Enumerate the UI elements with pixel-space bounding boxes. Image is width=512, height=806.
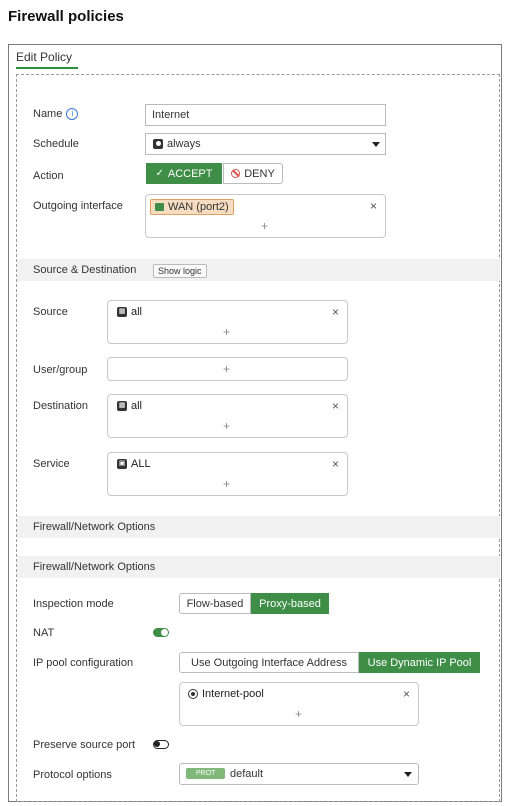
name-input[interactable]: Internet bbox=[145, 104, 386, 126]
action-label: Action bbox=[33, 170, 64, 182]
nat-label: NAT bbox=[33, 627, 55, 639]
source-field[interactable]: ▦ all × + bbox=[107, 300, 348, 344]
schedule-icon bbox=[153, 139, 163, 149]
section-firewall-network-1-label: Firewall/Network Options bbox=[33, 521, 156, 533]
use-dynamic-ip-pool-button[interactable]: Use Dynamic IP Pool bbox=[359, 652, 480, 673]
accept-button[interactable]: ✓ ACCEPT bbox=[146, 163, 222, 184]
section-source-destination-label: Source & Destination bbox=[33, 264, 137, 276]
tab-edit-policy[interactable]: Edit Policy bbox=[16, 50, 72, 64]
plus-icon[interactable]: + bbox=[223, 325, 230, 339]
info-icon[interactable]: i bbox=[66, 108, 79, 120]
ip-pool-chip[interactable]: Internet-pool bbox=[188, 688, 264, 700]
source-chip[interactable]: ▦ all bbox=[117, 306, 142, 318]
close-icon[interactable]: × bbox=[370, 199, 377, 213]
user-group-label: User/group bbox=[33, 364, 88, 376]
outgoing-interface-field[interactable]: WAN (port2) × + bbox=[145, 194, 386, 238]
chevron-down-icon bbox=[372, 142, 380, 147]
plus-icon[interactable]: + bbox=[223, 362, 230, 376]
section-firewall-network-2-label: Firewall/Network Options bbox=[33, 561, 156, 573]
plus-icon[interactable]: + bbox=[223, 477, 230, 491]
schedule-value: always bbox=[167, 138, 201, 150]
check-icon: ✓ bbox=[155, 168, 164, 179]
interface-icon bbox=[155, 203, 164, 211]
ip-pool-field[interactable]: Internet-pool × + bbox=[179, 682, 419, 726]
tab-underline bbox=[16, 67, 78, 69]
close-icon[interactable]: × bbox=[332, 399, 339, 413]
schedule-select[interactable]: always bbox=[145, 133, 386, 155]
deny-button[interactable]: DENY bbox=[223, 163, 283, 184]
deny-icon bbox=[231, 169, 241, 178]
ip-pool-chip-label: Internet-pool bbox=[202, 688, 264, 700]
plus-icon[interactable]: + bbox=[261, 219, 268, 233]
protocol-options-label: Protocol options bbox=[33, 769, 112, 781]
destination-field[interactable]: ▦ all × + bbox=[107, 394, 348, 438]
preserve-source-port-toggle-knob bbox=[154, 741, 160, 747]
nat-toggle-knob bbox=[161, 629, 168, 636]
accept-button-label: ACCEPT bbox=[167, 167, 213, 180]
name-input-value: Internet bbox=[152, 109, 190, 121]
ip-pool-configuration-label: IP pool configuration bbox=[33, 657, 134, 669]
preserve-source-port-toggle[interactable] bbox=[153, 740, 169, 749]
address-icon: ▦ bbox=[117, 401, 127, 411]
address-icon: ▦ bbox=[117, 307, 127, 317]
outgoing-interface-label: Outgoing interface bbox=[33, 200, 123, 212]
destination-label: Destination bbox=[33, 400, 89, 412]
inspection-mode-label: Inspection mode bbox=[33, 598, 114, 610]
interface-chip-label: WAN (port2) bbox=[168, 201, 229, 213]
destination-chip-label: all bbox=[131, 400, 143, 412]
use-outgoing-interface-address-button[interactable]: Use Outgoing Interface Address bbox=[179, 652, 359, 673]
service-chip[interactable]: ▣ ALL bbox=[117, 458, 151, 470]
schedule-label: Schedule bbox=[33, 138, 79, 150]
service-label: Service bbox=[33, 458, 70, 470]
name-label-text: Name bbox=[33, 108, 63, 120]
plus-icon[interactable]: + bbox=[295, 707, 302, 721]
close-icon[interactable]: × bbox=[332, 305, 339, 319]
ippool-icon bbox=[188, 689, 198, 699]
page-title: Firewall policies bbox=[8, 8, 124, 25]
source-label: Source bbox=[33, 306, 68, 318]
proxy-based-button[interactable]: Proxy-based bbox=[251, 593, 329, 614]
protocol-badge: PROT bbox=[186, 768, 226, 779]
close-icon[interactable]: × bbox=[332, 457, 339, 471]
show-logic-button[interactable]: Show logic bbox=[153, 264, 207, 278]
service-field[interactable]: ▣ ALL × + bbox=[107, 452, 348, 496]
flow-based-button[interactable]: Flow-based bbox=[179, 593, 251, 614]
close-icon[interactable]: × bbox=[403, 687, 410, 701]
deny-button-label: DENY bbox=[244, 167, 275, 180]
preserve-source-port-label: Preserve source port bbox=[33, 739, 136, 751]
user-group-field[interactable]: + bbox=[107, 357, 348, 381]
source-chip-label: all bbox=[131, 306, 143, 318]
interface-chip[interactable]: WAN (port2) bbox=[150, 199, 234, 215]
service-chip-label: ALL bbox=[131, 458, 151, 470]
protocol-options-select[interactable]: PROT default bbox=[179, 763, 419, 785]
protocol-options-value: default bbox=[230, 768, 264, 780]
nat-toggle[interactable] bbox=[153, 628, 169, 637]
plus-icon[interactable]: + bbox=[223, 419, 230, 433]
name-label: Name i bbox=[33, 108, 79, 120]
service-icon: ▣ bbox=[117, 459, 127, 469]
destination-chip[interactable]: ▦ all bbox=[117, 400, 142, 412]
chevron-down-icon bbox=[404, 772, 412, 777]
